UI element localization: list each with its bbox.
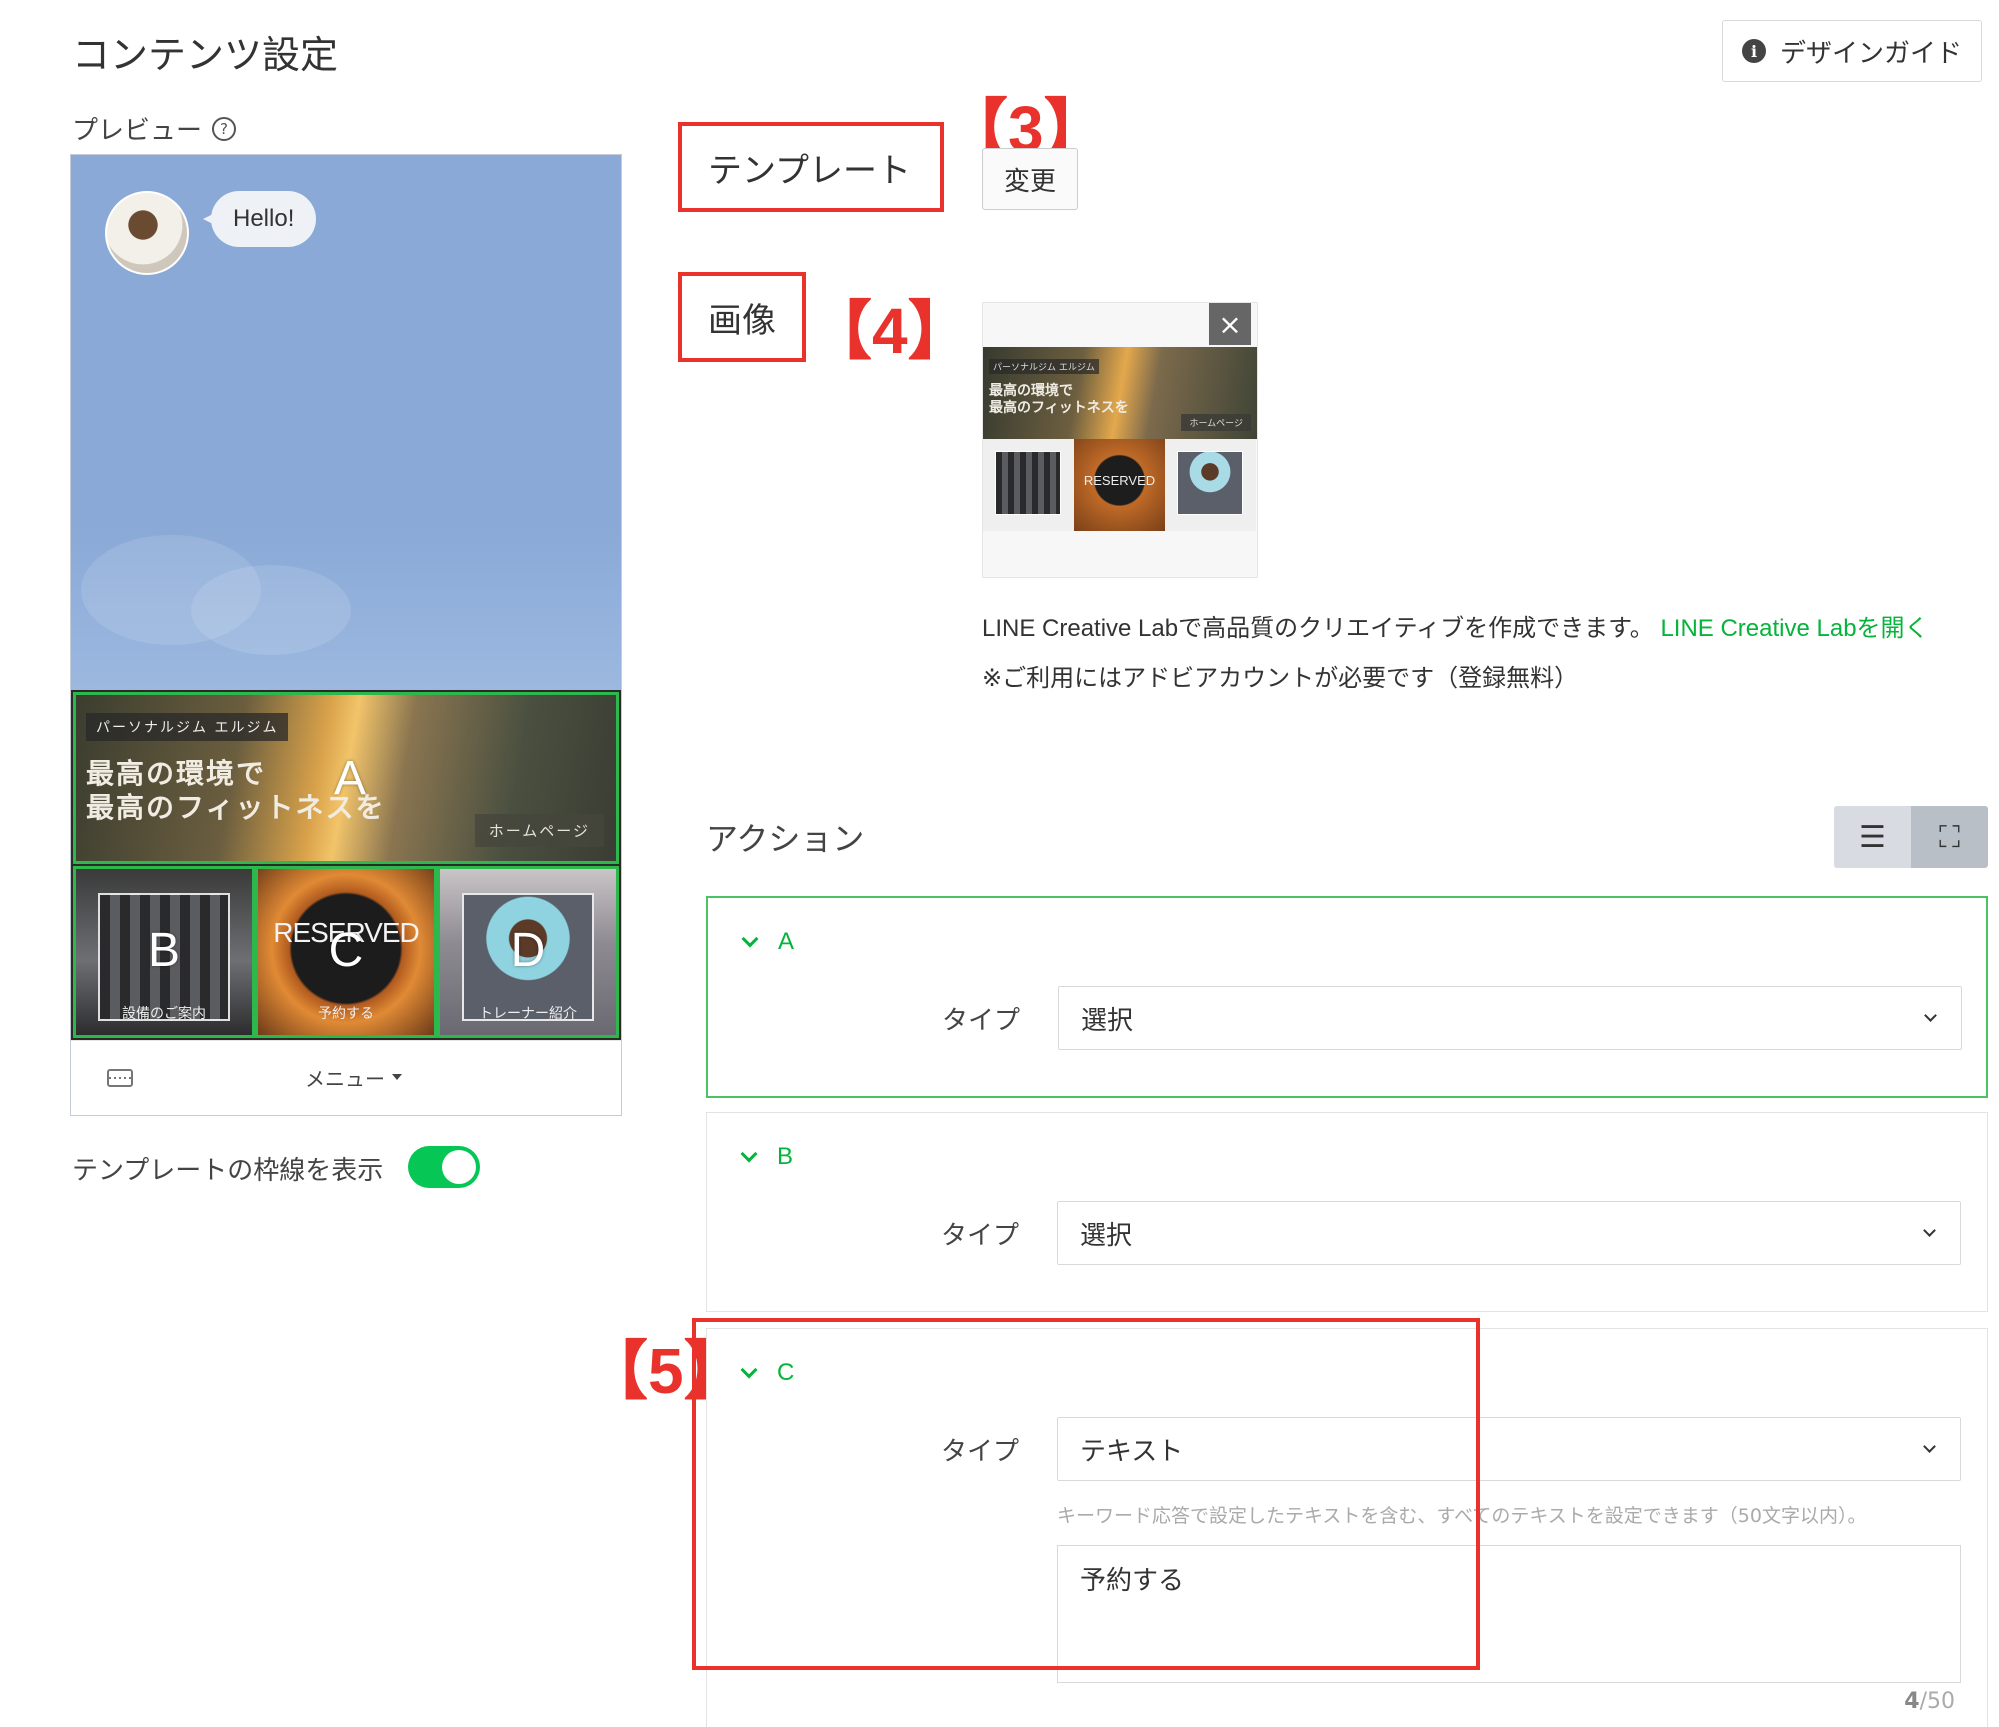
action-c-header[interactable]: C <box>740 1359 795 1387</box>
image-label: 画像 <box>678 272 806 362</box>
phone-preview: Hello! パーソナルジム エルジム 最高の環境で 最高のフィットネスを ホー… <box>70 154 622 1116</box>
design-guide-label: デザインガイド <box>1779 38 1962 69</box>
action-a-type-select[interactable]: 選択 <box>1058 986 1962 1050</box>
chevron-down-icon <box>741 930 759 948</box>
creative-lab-row: LINE Creative Labで高品質のクリエイティブを作成できます。 LI… <box>982 608 1929 643</box>
help-icon[interactable]: ? <box>212 116 237 141</box>
preview-label-text: プレビュー <box>72 116 203 146</box>
area-a-tagline: パーソナルジム エルジム <box>86 713 289 741</box>
action-b-name: B <box>777 1143 794 1170</box>
area-c-letter: C <box>328 924 364 977</box>
image-thumbnail: パーソナルジム エルジム 最高の環境で 最高のフィットネスを ホームページ RE… <box>982 302 1258 578</box>
rich-menu-area-d[interactable]: トレーナー紹介 D <box>437 866 619 1038</box>
action-card-c: C タイプ テキスト キーワード応答で設定したテキストを含む、すべてのテキストを… <box>706 1328 1988 1727</box>
cloud-decoration <box>191 565 351 655</box>
action-c-type-label: タイプ <box>941 1437 1020 1467</box>
adobe-account-note: ※ご利用にはアドビアカウントが必要です（登録無料） <box>982 664 1579 692</box>
chevron-down-icon <box>740 1145 758 1163</box>
creative-lab-link[interactable]: LINE Creative Labを開く <box>1660 615 1928 642</box>
rich-menu-area-c[interactable]: RESERVED 予約する C <box>255 866 437 1038</box>
template-label: テンプレート <box>678 122 944 212</box>
caret-down-icon <box>392 1074 402 1080</box>
design-guide-button[interactable]: i デザインガイド <box>1722 20 1982 82</box>
thumb-headline: 最高の環境で 最高のフィットネスを <box>989 383 1129 417</box>
chat-area: Hello! <box>71 155 621 690</box>
action-b-type-select[interactable]: 選択 <box>1057 1201 1961 1265</box>
annotation-label-5: 【5】 <box>584 1335 748 1407</box>
avatar <box>105 191 189 275</box>
chevron-down-icon <box>1923 1224 1936 1237</box>
thumb-homepage: ホームページ <box>1181 414 1251 431</box>
list-view-icon[interactable]: ☰ <box>1834 806 1911 868</box>
rich-menu-area-a[interactable]: パーソナルジム エルジム 最高の環境で 最高のフィットネスを ホームページ A <box>73 692 619 864</box>
thumb-cell-d <box>1165 439 1256 531</box>
fullscreen-icon[interactable]: ⛶ <box>1911 806 1988 868</box>
action-b-type-value: 選択 <box>1080 1220 1133 1251</box>
thumb-top-area: パーソナルジム エルジム 最高の環境で 最高のフィットネスを ホームページ <box>983 347 1257 439</box>
action-c-type-value: テキスト <box>1080 1436 1184 1467</box>
thumb-photo <box>995 451 1061 515</box>
action-card-a: A タイプ 選択 <box>706 896 1988 1098</box>
action-a-header[interactable]: A <box>741 928 795 956</box>
actions-title: アクション <box>706 820 865 858</box>
action-a-type-label: タイプ <box>942 1006 1021 1036</box>
action-c-text-value: 予約する <box>1080 1566 1185 1596</box>
change-template-button[interactable]: 変更 <box>982 148 1078 210</box>
action-c-char-counter: 4/50 <box>1904 1689 1955 1714</box>
char-max: /50 <box>1919 1689 1955 1714</box>
action-a-type-value: 選択 <box>1081 1005 1134 1036</box>
toggle-knob <box>442 1150 476 1184</box>
info-icon: i <box>1741 39 1766 63</box>
area-a-letter: A <box>334 752 367 805</box>
action-a-name: A <box>778 928 795 955</box>
thumb-cell-c: RESERVED <box>1074 439 1165 531</box>
border-toggle-switch[interactable] <box>408 1146 480 1188</box>
annotation-label-4: 【4】 <box>808 295 972 367</box>
area-d-letter: D <box>510 924 546 977</box>
action-c-name: C <box>777 1359 795 1386</box>
creative-lab-text: LINE Creative Labで高品質のクリエイティブを作成できます。 <box>982 615 1654 642</box>
chat-menu-bar: メニュー <box>71 1040 621 1115</box>
thumb-reserved: RESERVED <box>1083 473 1156 488</box>
action-c-text-input[interactable]: 予約する <box>1057 1545 1961 1683</box>
thumb-photo <box>1177 451 1243 515</box>
border-toggle-label: テンプレートの枠線を表示 <box>72 1156 384 1186</box>
action-c-type-select[interactable]: テキスト <box>1057 1417 1961 1481</box>
image-label-text: 画像 <box>708 300 776 341</box>
keyboard-icon[interactable] <box>107 1069 133 1087</box>
preview-label: プレビュー ? <box>72 110 237 147</box>
action-card-b: B タイプ 選択 <box>706 1112 1988 1312</box>
action-c-hint: キーワード応答で設定したテキストを含む、すべてのテキストを設定できます（50文字… <box>1057 1505 1867 1527</box>
thumb-headline-line1: 最高の環境で <box>989 383 1073 399</box>
thumb-headline-line2: 最高のフィットネスを <box>989 400 1129 416</box>
char-count: 4 <box>1904 1689 1920 1714</box>
view-mode-toggle: ☰ ⛶ <box>1834 806 1988 868</box>
area-a-homepage-button: ホームページ <box>474 814 604 847</box>
action-b-type-label: タイプ <box>941 1221 1020 1251</box>
menu-label[interactable]: メニュー <box>305 1063 385 1092</box>
chevron-down-icon <box>1924 1009 1937 1022</box>
template-label-text: テンプレート <box>708 150 911 191</box>
area-c-caption: 予約する <box>318 1006 374 1022</box>
area-b-caption: 設備のご案内 <box>122 1006 206 1022</box>
close-icon[interactable]: × <box>1209 303 1251 345</box>
action-b-header[interactable]: B <box>740 1143 794 1171</box>
area-b-letter: B <box>147 924 180 977</box>
page-title: コンテンツ設定 <box>72 33 339 77</box>
rich-menu: パーソナルジム エルジム 最高の環境で 最高のフィットネスを ホームページ A … <box>71 690 621 1040</box>
chat-bubble: Hello! <box>202 191 317 247</box>
area-d-caption: トレーナー紹介 <box>479 1006 577 1022</box>
rich-menu-area-b[interactable]: 設備のご案内 B <box>73 866 255 1038</box>
thumb-cell-b <box>983 439 1074 531</box>
chevron-down-icon <box>1923 1440 1936 1453</box>
thumb-tagline: パーソナルジム エルジム <box>989 359 1099 374</box>
